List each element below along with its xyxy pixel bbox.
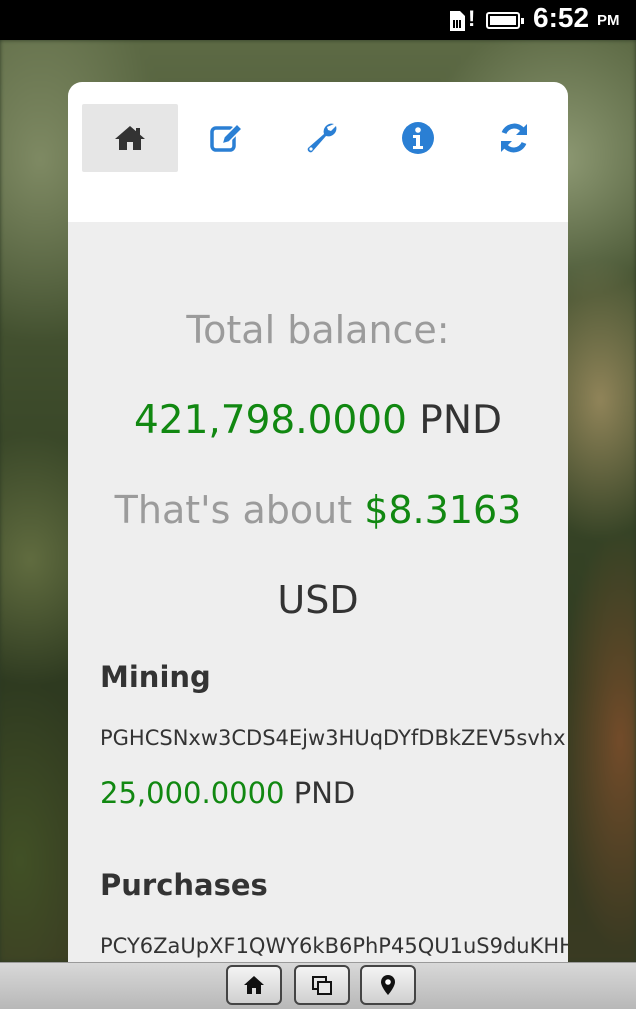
total-balance-label: Total balance: [186,308,450,352]
usd-unit: USD [277,578,359,622]
tab-info[interactable] [370,104,466,172]
usd-estimate: That's about $8.3163 [68,488,568,532]
status-bar: ! 6:52 PM [0,0,636,40]
clock-time: 6:52 [533,2,590,33]
balance-value: 421,798.0000 [133,398,407,443]
sim-card-icon [450,11,465,31]
home-icon [244,976,264,994]
account-amount-mining: 25,000.0000 PND [100,776,355,810]
wrench-icon [307,123,337,153]
balance-panel: Total balance: 421,798.0000 PND That's a… [68,222,568,982]
usd-value: $8.3163 [364,488,522,532]
account-title-mining: Mining [100,660,211,694]
edit-icon [210,122,244,152]
windows-icon [312,976,332,995]
bottom-location-button[interactable] [360,965,416,1005]
wallet-card: Total balance: 421,798.0000 PND That's a… [68,82,568,982]
account-address-mining[interactable]: PGHCSNxw3CDS4Ejw3HUqDYfDBkZEV5svhx [100,726,566,750]
usd-estimate-prefix: That's about [114,488,353,532]
tab-settings[interactable] [274,104,370,172]
tab-refresh[interactable] [466,104,562,172]
balance-unit: PND [419,398,503,443]
account-title-purchases: Purchases [100,868,268,902]
account-amount-unit: PND [293,776,356,810]
info-icon [402,122,434,154]
account-amount-value: 25,000.0000 [100,776,285,810]
account-address-purchases[interactable]: PCY6ZaUpXF1QWY6kB6PhP45QU1uS9duKHH [100,934,568,958]
tab-edit[interactable] [178,104,274,172]
home-icon [115,126,145,150]
clock-ampm: PM [597,12,620,29]
tab-home[interactable] [82,104,178,172]
bottom-nav-bar [0,962,636,1009]
refresh-icon [501,123,527,153]
alert-icon: ! [468,6,476,31]
battery-icon [486,12,524,29]
bottom-windows-button[interactable] [294,965,350,1005]
location-pin-icon [381,975,395,995]
bottom-home-button[interactable] [226,965,282,1005]
total-balance: 421,798.0000 PND [68,398,568,443]
tab-bar [82,104,552,172]
